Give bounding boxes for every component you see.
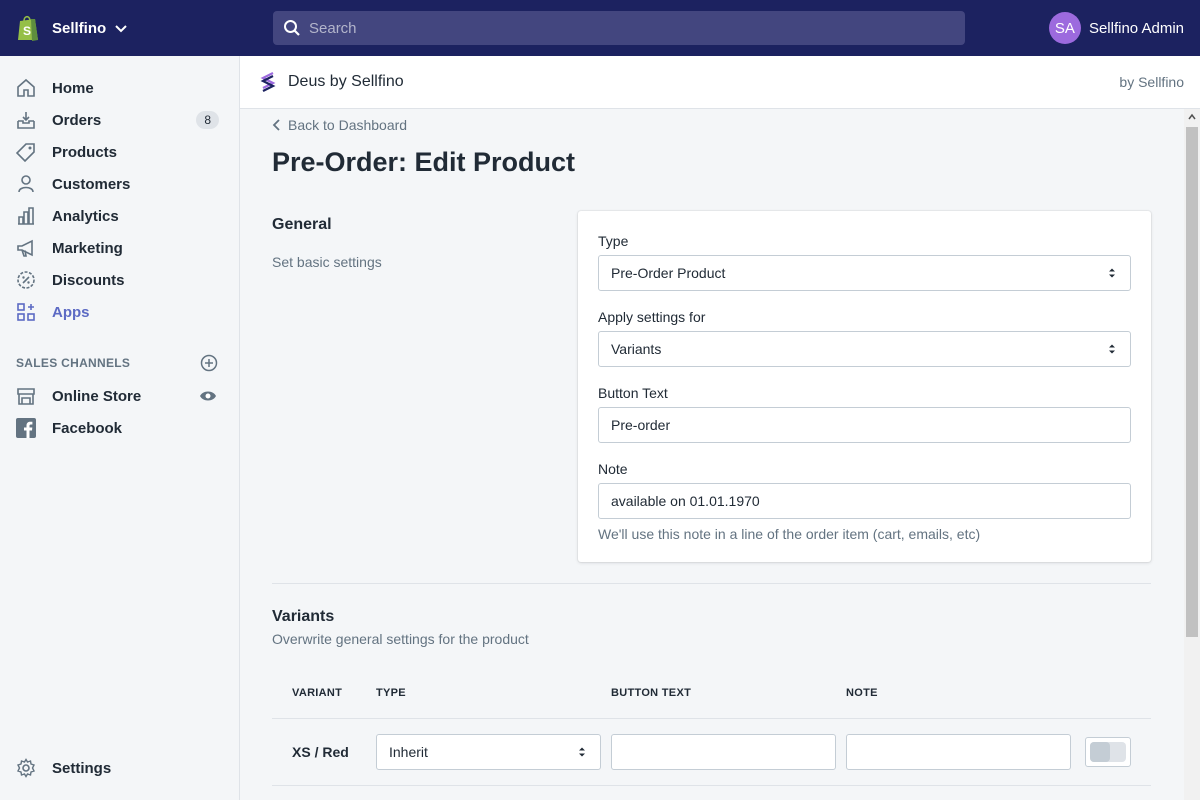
type-select-value: Pre-Order Product bbox=[611, 265, 726, 281]
avatar: SA bbox=[1048, 12, 1081, 44]
sellfino-logo-icon bbox=[260, 72, 276, 92]
sidebar-item-apps[interactable]: Apps bbox=[0, 296, 239, 328]
search-icon bbox=[284, 20, 300, 36]
sidebar-item-label: Orders bbox=[52, 111, 102, 129]
sidebar: Home Orders 8 Products Customers Analyti… bbox=[0, 56, 240, 800]
discount-icon bbox=[16, 270, 36, 290]
variant-note-field[interactable] bbox=[846, 734, 1071, 770]
table-header-divider bbox=[272, 718, 1151, 719]
tag-icon bbox=[16, 142, 36, 162]
variant-note-input[interactable] bbox=[859, 744, 1070, 760]
sidebar-item-label: Discounts bbox=[52, 271, 125, 289]
search-bar bbox=[273, 11, 965, 45]
sidebar-item-settings[interactable]: Settings bbox=[0, 752, 239, 784]
orders-count-badge: 8 bbox=[196, 111, 219, 129]
select-arrows-icon bbox=[579, 747, 585, 757]
chevron-down-icon bbox=[115, 25, 127, 33]
app-header: Deus by Sellfino by Sellfino bbox=[240, 56, 1200, 109]
button-text-field[interactable] bbox=[598, 407, 1131, 443]
app-title: Deus by Sellfino bbox=[288, 73, 404, 90]
sidebar-item-label: Home bbox=[52, 79, 94, 97]
button-text-input[interactable] bbox=[611, 417, 1130, 433]
person-icon bbox=[16, 174, 36, 194]
sidebar-item-label: Customers bbox=[52, 175, 131, 193]
sidebar-item-label: Settings bbox=[52, 759, 112, 777]
variant-type-select[interactable]: Inherit bbox=[376, 734, 601, 770]
sidebar-item-analytics[interactable]: Analytics bbox=[0, 200, 239, 232]
note-label: Note bbox=[598, 461, 628, 477]
general-section-description: Set basic settings bbox=[272, 254, 382, 270]
variant-button-text-input[interactable] bbox=[624, 744, 835, 760]
type-label: Type bbox=[598, 233, 629, 249]
variant-button-text-field[interactable] bbox=[611, 734, 836, 770]
type-select[interactable]: Pre-Order Product bbox=[598, 255, 1131, 291]
sidebar-item-label: Products bbox=[52, 143, 118, 161]
gear-icon bbox=[16, 758, 36, 778]
user-menu[interactable]: SA Sellfino Admin bbox=[1048, 12, 1184, 44]
apps-icon bbox=[16, 302, 36, 322]
button-text-label: Button Text bbox=[598, 385, 668, 401]
page-title: Pre-Order: Edit Product bbox=[272, 147, 576, 177]
column-header-variant: VARIANT bbox=[292, 687, 343, 699]
sidebar-item-home[interactable]: Home bbox=[0, 72, 239, 104]
select-arrows-icon bbox=[1109, 268, 1115, 278]
eye-icon[interactable] bbox=[199, 388, 217, 404]
sales-channels-title: SALES CHANNELS bbox=[16, 356, 131, 370]
sidebar-item-label: Online Store bbox=[52, 387, 142, 405]
user-name: Sellfino Admin bbox=[1088, 19, 1184, 37]
variants-section-description: Overwrite general settings for the produ… bbox=[272, 631, 529, 647]
content-scrollbar[interactable] bbox=[1184, 109, 1200, 800]
general-section-title: General bbox=[272, 216, 332, 233]
chevron-left-icon bbox=[272, 119, 280, 131]
variants-section-title: Variants bbox=[272, 608, 335, 625]
section-divider bbox=[272, 583, 1151, 584]
variant-name: XS / Red bbox=[292, 744, 349, 760]
variant-type-value: Inherit bbox=[389, 744, 428, 760]
note-input[interactable] bbox=[611, 493, 1130, 509]
note-help-text: We'll use this note in a line of the ord… bbox=[598, 526, 981, 542]
sidebar-item-label: Apps bbox=[52, 303, 90, 321]
bar-chart-icon bbox=[16, 206, 36, 226]
select-arrows-icon bbox=[1109, 344, 1115, 354]
sidebar-item-online-store[interactable]: Online Store bbox=[0, 380, 239, 412]
scrollbar-thumb[interactable] bbox=[1186, 127, 1198, 637]
column-header-type: TYPE bbox=[376, 687, 406, 699]
sidebar-item-label: Facebook bbox=[52, 419, 123, 437]
back-label: Back to Dashboard bbox=[288, 117, 408, 133]
back-to-dashboard-link[interactable]: Back to Dashboard bbox=[272, 117, 407, 133]
search-input[interactable] bbox=[309, 19, 949, 37]
toggle-knob bbox=[1090, 742, 1110, 762]
sidebar-item-marketing[interactable]: Marketing bbox=[0, 232, 239, 264]
store-icon bbox=[16, 386, 36, 406]
sidebar-item-orders[interactable]: Orders 8 bbox=[0, 104, 239, 136]
store-name: Sellfino bbox=[52, 19, 107, 37]
sidebar-item-products[interactable]: Products bbox=[0, 136, 239, 168]
table-row-divider bbox=[272, 785, 1151, 786]
main-content: Back to Dashboard Pre-Order: Edit Produc… bbox=[240, 109, 1184, 800]
facebook-icon bbox=[16, 418, 36, 438]
sidebar-item-discounts[interactable]: Discounts bbox=[0, 264, 239, 296]
apply-settings-select[interactable]: Variants bbox=[598, 331, 1131, 367]
apply-settings-value: Variants bbox=[611, 341, 662, 357]
svg-text:S: S bbox=[23, 24, 31, 38]
sidebar-item-facebook[interactable]: Facebook bbox=[0, 412, 239, 444]
add-circle-icon[interactable] bbox=[200, 354, 218, 372]
sidebar-item-label: Marketing bbox=[52, 239, 123, 257]
variant-enable-toggle[interactable] bbox=[1085, 737, 1131, 767]
apply-settings-label: Apply settings for bbox=[598, 309, 706, 325]
general-settings-card: Type Pre-Order Product Apply settings fo… bbox=[578, 211, 1151, 562]
top-bar: S Sellfino SA Sellfino Admin bbox=[0, 0, 1200, 56]
home-icon bbox=[16, 78, 36, 98]
sidebar-item-customers[interactable]: Customers bbox=[0, 168, 239, 200]
scroll-up-arrow-icon[interactable] bbox=[1188, 113, 1196, 121]
note-field[interactable] bbox=[598, 483, 1131, 519]
shopify-bag-icon: S bbox=[18, 15, 38, 41]
store-switcher[interactable]: S Sellfino bbox=[0, 14, 240, 42]
app-by-label: by Sellfino bbox=[1119, 74, 1184, 90]
column-header-button-text: BUTTON TEXT bbox=[611, 687, 692, 699]
column-header-note: NOTE bbox=[846, 687, 878, 699]
megaphone-icon bbox=[16, 238, 36, 258]
sidebar-item-label: Analytics bbox=[52, 207, 119, 225]
orders-icon bbox=[16, 110, 36, 130]
